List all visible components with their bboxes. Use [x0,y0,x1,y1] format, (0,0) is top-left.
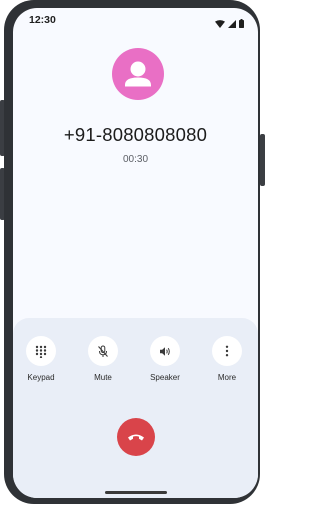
end-call-button[interactable] [117,418,155,456]
wifi-icon [215,15,225,33]
home-indicator[interactable] [105,491,167,494]
call-duration: 00:30 [122,154,149,165]
dialpad-icon [35,345,47,358]
signal-icon [228,15,236,33]
status-icons [215,15,244,33]
device-canvas: 12:30 +91-8080808080 00:30 Keypad Mute S… [0,0,265,506]
caller-avatar [112,48,164,100]
phone-frame: 12:30 +91-8080808080 00:30 Keypad Mute S… [4,0,260,504]
keypad-button-circle [26,336,56,366]
power-hardware-button [260,134,265,186]
battery-icon [239,15,244,33]
mic-off-icon [98,345,108,357]
person-icon [125,61,151,87]
speaker-label: Speaker [150,373,180,382]
more-vert-icon [225,345,229,357]
speaker-button[interactable]: Speaker [137,336,193,382]
more-button[interactable]: More [199,336,255,382]
call-controls-panel: Keypad Mute Speaker More [13,318,258,498]
speaker-button-circle [150,336,180,366]
keypad-label: Keypad [27,373,55,382]
call-end-icon [128,434,144,441]
keypad-button[interactable]: Keypad [13,336,69,382]
more-button-circle [212,336,242,366]
status-time: 12:30 [29,14,56,26]
mute-button-circle [88,336,118,366]
more-label: More [217,373,237,382]
status-bar: 12:30 [13,8,258,32]
mute-label: Mute [94,373,112,382]
caller-number: +91-8080808080 [63,124,208,145]
volume-icon [160,346,170,356]
in-call-screen: 12:30 +91-8080808080 00:30 Keypad Mute S… [13,8,258,498]
mute-button[interactable]: Mute [75,336,131,382]
